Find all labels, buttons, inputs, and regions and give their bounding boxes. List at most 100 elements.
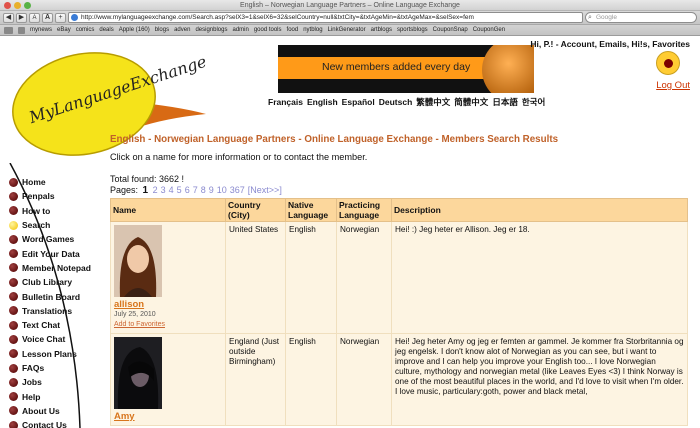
window-controls	[4, 2, 31, 9]
country-cell: England (Just outside Birmingham)	[225, 333, 286, 426]
bookmark-item[interactable]: CouponGen	[473, 27, 505, 33]
language-link[interactable]: 한국어	[522, 97, 545, 107]
member-photo[interactable]	[114, 337, 162, 409]
bookmark-item[interactable]: sportsblogs	[397, 27, 428, 33]
nav-item-club-library[interactable]: Club Library	[9, 275, 91, 289]
language-link[interactable]: 繁體中文	[416, 97, 450, 107]
total-found: Total found: 3662 !	[110, 174, 185, 184]
bookmark-item[interactable]: mynews	[30, 27, 52, 33]
nav-item-contact-us[interactable]: Contact Us	[9, 418, 91, 428]
add-to-favorites-link[interactable]: Add to Favorites	[114, 320, 222, 330]
bookmark-item[interactable]: good tools	[254, 27, 282, 33]
bookmark-item[interactable]: CouponSnap	[433, 27, 468, 33]
nav-item-about-us[interactable]: About Us	[9, 404, 91, 418]
search-input[interactable]: ⌕ Google	[585, 12, 697, 23]
nav-item-lesson-plans[interactable]: Lesson Plans	[9, 347, 91, 361]
text-larger-button[interactable]: A	[42, 12, 53, 23]
page-link[interactable]: 2	[153, 185, 158, 195]
pages-label: Pages:	[110, 185, 139, 195]
nav-item-text-chat[interactable]: Text Chat	[9, 318, 91, 332]
nav-item-voice-chat[interactable]: Voice Chat	[9, 332, 91, 346]
language-link[interactable]: Français	[268, 97, 303, 107]
page-link[interactable]: 7	[193, 185, 198, 195]
bookmark-item[interactable]: nytblog	[303, 27, 322, 33]
bookmark-item[interactable]: blogs	[155, 27, 169, 33]
member-name-link[interactable]: Amy	[114, 412, 222, 422]
language-link[interactable]: 简體中文	[454, 97, 488, 107]
nav-item-translations[interactable]: Translations	[9, 304, 91, 318]
bookmark-item[interactable]: LinkGenerator	[328, 27, 366, 33]
nav-item-penpals[interactable]: Penpals	[9, 189, 91, 203]
nav-bullet-icon	[9, 292, 18, 302]
nav-item-label: Contact Us	[22, 420, 67, 428]
page-link[interactable]: 367	[230, 185, 245, 195]
bookmark-item[interactable]: designblogs	[195, 27, 227, 33]
nav-item-faqs[interactable]: FAQs	[9, 361, 91, 375]
next-page-link[interactable]: [Next>>]	[248, 185, 282, 195]
nav-item-label: Penpals	[22, 191, 55, 202]
text-smaller-button[interactable]: A	[29, 12, 40, 23]
bookmark-item[interactable]: artblogs	[371, 27, 392, 33]
language-link[interactable]: Español	[342, 97, 375, 107]
page-link[interactable]: 8	[201, 185, 206, 195]
member-date: July 25, 2010	[114, 311, 156, 318]
bookmark-item[interactable]: food	[287, 27, 299, 33]
member-name-link[interactable]: allison	[114, 300, 222, 310]
page-link[interactable]: 3	[161, 185, 166, 195]
title-bar: English – Norwegian Language Partners – …	[0, 0, 700, 11]
nav-item-jobs[interactable]: Jobs	[9, 375, 91, 389]
nav-item-home[interactable]: Home	[9, 175, 91, 189]
language-link[interactable]: 日本語	[492, 97, 518, 107]
minimize-window-icon[interactable]	[14, 2, 21, 9]
nav-bullet-icon	[9, 177, 18, 187]
nav-item-search[interactable]: Search	[9, 218, 91, 232]
nav-bullet-icon	[9, 306, 18, 316]
bookmark-item[interactable]: Apple (160)	[119, 27, 150, 33]
banner-text: New members added every day	[322, 61, 471, 73]
page-link[interactable]: 4	[169, 185, 174, 195]
table-header-row: Name Country (City) Native Language Prac…	[110, 198, 688, 222]
member-photo[interactable]	[114, 225, 162, 297]
nav-bullet-icon	[9, 406, 18, 416]
forward-button[interactable]: ▶	[16, 12, 27, 23]
web-page: MyLanguageExchange.com New members added…	[0, 37, 700, 428]
page-link[interactable]: 9	[209, 185, 214, 195]
page-link[interactable]: 6	[185, 185, 190, 195]
column-header-name: Name	[110, 198, 226, 222]
logout-link[interactable]: Log Out	[656, 80, 690, 91]
page-title: English - Norwegian Language Partners - …	[110, 134, 559, 145]
nav-item-word-games[interactable]: Word Games	[9, 232, 91, 246]
bookmark-item[interactable]: deals	[99, 27, 113, 33]
nav-item-label: Translations	[22, 305, 73, 316]
zoom-window-icon[interactable]	[24, 2, 31, 9]
results-table: Name Country (City) Native Language Prac…	[110, 198, 688, 426]
nav-bullet-icon	[9, 234, 18, 244]
language-link[interactable]: Deutsch	[379, 97, 413, 107]
bookmark-item[interactable]: admin	[232, 27, 248, 33]
bookmark-item[interactable]: adven	[174, 27, 190, 33]
status-orb-icon	[656, 51, 680, 75]
nav-item-member-notepad[interactable]: Member Notepad	[9, 261, 91, 275]
back-button[interactable]: ◀	[3, 12, 14, 23]
language-link[interactable]: English	[307, 97, 338, 107]
nav-item-bulletin-board[interactable]: Bulletin Board	[9, 289, 91, 303]
nav-bullet-icon	[9, 206, 18, 216]
address-bar[interactable]: http://www.mylanguageexchange.com/Search…	[68, 12, 583, 23]
nav-item-help[interactable]: Help	[9, 389, 91, 403]
page-link[interactable]: 5	[177, 185, 182, 195]
bookmarks-grid-icon[interactable]	[18, 26, 25, 34]
account-links[interactable]: Hi, P.! - Account, Emails, Hi!s, Favorit…	[530, 39, 690, 49]
bookmarks-book-icon[interactable]	[4, 26, 13, 34]
add-bookmark-button[interactable]: +	[55, 12, 66, 23]
promo-banner[interactable]: New members added every day	[278, 45, 534, 93]
nav-item-edit-your-data[interactable]: Edit Your Data	[9, 246, 91, 260]
browser-window: English – Norwegian Language Partners – …	[0, 0, 700, 428]
nav-item-label: Search	[22, 220, 51, 231]
nav-item-label: FAQs	[22, 363, 45, 373]
native-language-cell: English	[285, 221, 337, 334]
bookmark-item[interactable]: eBay	[57, 27, 71, 33]
nav-item-how-to[interactable]: How to	[9, 204, 91, 218]
close-window-icon[interactable]	[4, 2, 11, 9]
bookmark-item[interactable]: comics	[76, 27, 95, 33]
page-link[interactable]: 10	[217, 185, 227, 195]
